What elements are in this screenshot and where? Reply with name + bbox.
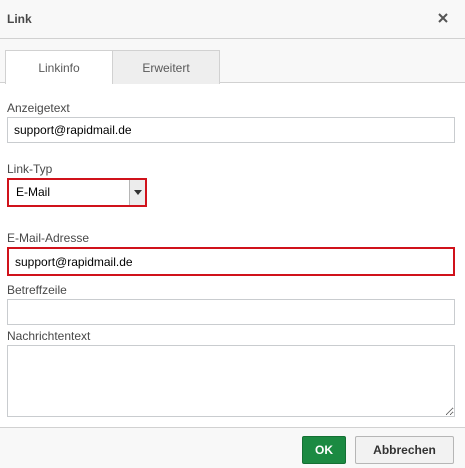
message-body-textarea[interactable] xyxy=(7,345,455,417)
link-type-label: Link-Typ xyxy=(7,162,53,176)
display-text-input[interactable] xyxy=(7,117,455,143)
message-body-label: Nachrichtentext xyxy=(7,329,91,343)
chevron-down-icon[interactable] xyxy=(129,180,145,205)
subject-label: Betreffzeile xyxy=(7,283,67,297)
ok-button-label: OK xyxy=(315,443,333,457)
tab-bar: Linkinfo Erweitert xyxy=(0,39,465,84)
cancel-button-label: Abbrechen xyxy=(373,443,436,457)
tab-linkinfo[interactable]: Linkinfo xyxy=(5,50,113,84)
link-type-value: E-Mail xyxy=(16,185,51,199)
close-button[interactable] xyxy=(434,10,452,28)
email-address-input[interactable] xyxy=(7,247,455,276)
email-address-label: E-Mail-Adresse xyxy=(7,231,90,245)
dialog-titlebar: Link xyxy=(0,0,465,39)
dialog-title: Link xyxy=(7,12,32,26)
dialog-footer: OK Abbrechen xyxy=(0,427,465,468)
cancel-button[interactable]: Abbrechen xyxy=(355,436,454,464)
close-icon xyxy=(438,12,448,26)
link-type-select[interactable]: E-Mail xyxy=(7,178,147,207)
ok-button[interactable]: OK xyxy=(302,436,346,464)
subject-input[interactable] xyxy=(7,299,455,325)
tab-label: Linkinfo xyxy=(38,60,80,75)
tab-erweitert[interactable]: Erweitert xyxy=(112,50,220,84)
display-text-label: Anzeigetext xyxy=(7,101,70,115)
tab-label: Erweitert xyxy=(142,60,190,75)
